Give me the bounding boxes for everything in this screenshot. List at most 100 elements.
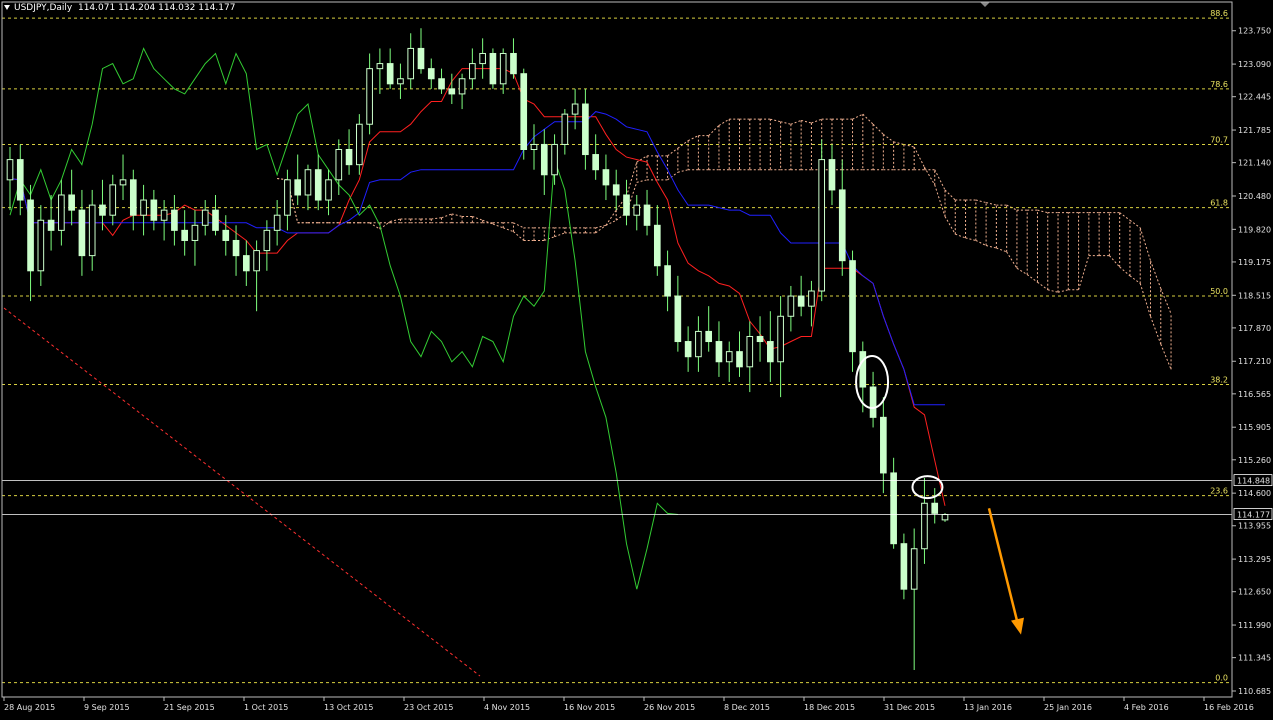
y-tick-label: 113.295 [1238, 555, 1271, 564]
candle-body [767, 341, 774, 363]
dropdown-triangle-icon[interactable] [4, 5, 10, 10]
x-tick-label: 13 Jan 2016 [964, 703, 1012, 712]
candle-body [417, 47, 425, 70]
chart-window[interactable]: 88.6 78.6 70.7 61.8 50.0 38.2 23.6 0.0 114.848 1… [0, 0, 1273, 720]
x-tick-label: 4 Feb 2016 [1124, 703, 1169, 712]
candle-body [99, 204, 106, 216]
y-tick-label: 119.820 [1238, 225, 1271, 234]
candle-body [37, 219, 45, 272]
candle-body [489, 52, 497, 85]
candle-body [16, 159, 24, 201]
price-label-text: 114.177 [1237, 511, 1270, 520]
fib-label: 50.0 [1210, 287, 1228, 296]
candle-body [941, 514, 949, 521]
price-chart[interactable]: 88.6 78.6 70.7 61.8 50.0 38.2 23.6 0.0 114.848 1… [0, 0, 1273, 720]
candle-body [551, 143, 558, 176]
y-tick-label: 118.515 [1238, 291, 1271, 300]
candle-body [356, 123, 363, 166]
candle-body [78, 209, 86, 257]
candle-body [746, 335, 754, 368]
x-tick-label: 23 Oct 2015 [404, 703, 453, 712]
ohlc-label: 114.071 114.204 114.032 114.177 [77, 3, 236, 13]
candle-body [212, 209, 219, 231]
x-tick-label: 9 Sep 2015 [84, 703, 130, 712]
candle-body [150, 199, 158, 221]
candle-body [582, 103, 589, 156]
x-tick-label: 25 Jan 2016 [1044, 703, 1092, 712]
candle-body [859, 351, 867, 388]
candle-body [27, 199, 34, 272]
candle-body [263, 229, 271, 252]
candle-body [921, 502, 928, 550]
fib-label: 0.0 [1215, 674, 1228, 683]
candle-body [6, 159, 14, 181]
candle-body [499, 52, 507, 85]
y-tick-label: 110.685 [1238, 687, 1271, 696]
candle-body [376, 63, 384, 70]
y-tick-label: 121.785 [1238, 126, 1271, 135]
y-tick-label: 120.480 [1238, 192, 1271, 201]
candle-body [900, 543, 908, 590]
candle-body [530, 143, 538, 151]
candle-body [366, 68, 373, 125]
candle-body [181, 229, 188, 241]
candle-body [510, 52, 517, 75]
candle-body [705, 330, 713, 343]
y-tick-label: 114.600 [1238, 489, 1271, 498]
price-label-text: 114.848 [1237, 477, 1270, 486]
y-tick-label: 112.650 [1238, 588, 1271, 597]
candle-body [58, 194, 65, 231]
candle-body [736, 351, 743, 368]
fib-label: 78.6 [1210, 80, 1228, 89]
y-tick-label: 111.345 [1238, 654, 1271, 663]
candle-body [109, 184, 117, 216]
candle-body [643, 204, 651, 226]
candle-body [777, 315, 784, 363]
candle-body [201, 209, 209, 226]
candle-body [828, 159, 836, 191]
y-tick-label: 119.175 [1238, 258, 1271, 267]
candle-body [427, 68, 435, 80]
candle-body [695, 330, 702, 358]
x-tick-label: 16 Feb 2016 [1204, 703, 1254, 712]
candle-body [129, 179, 137, 216]
candle-body [88, 204, 96, 257]
y-tick-label: 117.210 [1238, 357, 1271, 366]
candle-body [458, 78, 466, 95]
x-tick-label: 31 Dec 2015 [884, 703, 935, 712]
fib-label: 23.6 [1210, 487, 1228, 496]
candle-body [140, 199, 147, 216]
candle-body [561, 113, 569, 145]
candle-body [910, 548, 918, 590]
candle-body [232, 239, 240, 257]
fib-label: 88.6 [1210, 9, 1228, 18]
x-tick-label: 26 Nov 2015 [644, 703, 695, 712]
candle-body [880, 416, 887, 474]
x-tick-label: 4 Nov 2015 [484, 703, 530, 712]
candle-body [469, 63, 476, 80]
candle-body [756, 335, 764, 343]
y-tick-label: 111.990 [1238, 621, 1271, 630]
fib-label: 38.2 [1210, 375, 1228, 384]
y-tick-label: 117.870 [1238, 324, 1271, 333]
fib-label: 70.7 [1210, 135, 1228, 144]
x-tick-label: 1 Oct 2015 [244, 703, 288, 712]
candle-body [407, 47, 415, 80]
candle-body [191, 224, 199, 241]
candle-body [849, 260, 856, 353]
candle-body [633, 204, 641, 216]
candle-body [314, 169, 322, 201]
candle-body [869, 386, 877, 418]
candle-body [623, 194, 630, 216]
y-tick-label: 116.565 [1238, 390, 1271, 399]
candle-body [540, 143, 548, 176]
candle-body [653, 224, 661, 267]
candle-body [890, 472, 897, 545]
candle-body [386, 63, 394, 85]
symbol-label: USDJPY,Daily [14, 3, 73, 13]
candle-body [520, 73, 528, 151]
candle-body [335, 149, 343, 181]
candle-body [931, 502, 939, 514]
candle-body [674, 295, 682, 343]
candle-body [448, 88, 456, 95]
